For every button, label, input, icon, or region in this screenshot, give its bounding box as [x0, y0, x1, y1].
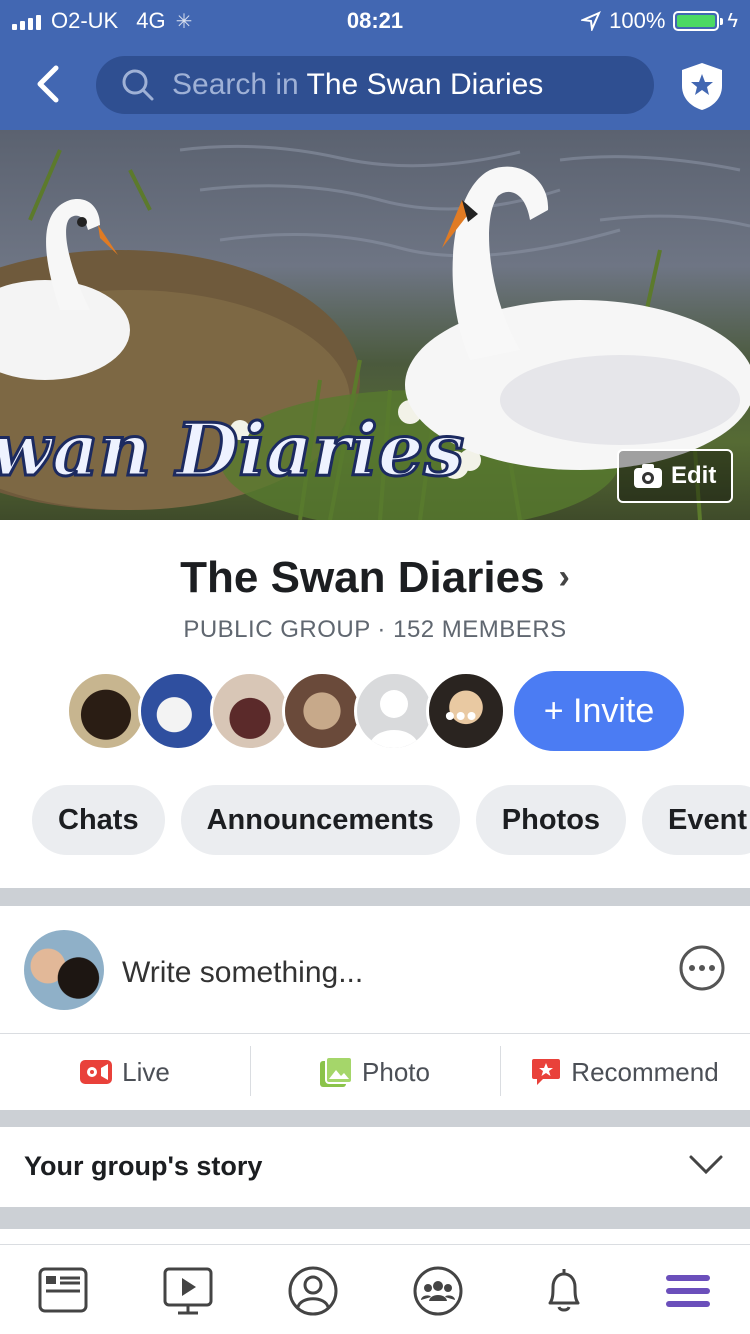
avatar[interactable]: [354, 671, 434, 751]
post-composer[interactable]: Write something...: [0, 906, 750, 1034]
photo-label: Photo: [362, 1056, 430, 1087]
group-story-label: Your group's story: [24, 1151, 263, 1181]
group-title[interactable]: The Swan Diaries ›: [0, 553, 750, 603]
avatar[interactable]: [138, 671, 218, 751]
photo-button[interactable]: Photo: [250, 1034, 500, 1110]
search-group-name: The Swan Diaries: [306, 68, 544, 101]
top-bar: O2-UK 4G ✳ 08:21 100% ϟ Search in The Sw…: [0, 0, 750, 130]
group-name: The Swan Diaries: [180, 553, 545, 602]
composer-actions: Live Photo Recommend: [0, 1034, 750, 1110]
notifications-bell-icon[interactable]: [536, 1263, 592, 1319]
charging-icon: ϟ: [727, 9, 738, 32]
avatar[interactable]: •••: [426, 671, 506, 751]
edit-cover-button[interactable]: Edit: [617, 449, 733, 503]
location-arrow-icon: [581, 11, 602, 31]
battery-percent: 100%: [609, 8, 666, 33]
news-feed-icon[interactable]: [35, 1263, 91, 1319]
more-options-icon[interactable]: [678, 944, 726, 992]
edit-label: Edit: [671, 462, 717, 489]
avatar[interactable]: [66, 671, 146, 751]
invite-button[interactable]: + Invite: [514, 671, 684, 751]
bottom-tab-bar: [0, 1244, 750, 1334]
photo-icon: [320, 1057, 353, 1087]
tab-announcements[interactable]: Announcements: [180, 785, 460, 855]
tab-events[interactable]: Event: [642, 785, 750, 855]
back-arrow-icon[interactable]: [30, 62, 70, 106]
divider: [0, 1207, 750, 1229]
recommend-label: Recommend: [571, 1056, 719, 1087]
watch-video-icon[interactable]: [160, 1263, 216, 1319]
tab-chats[interactable]: Chats: [32, 785, 165, 855]
groups-icon[interactable]: [410, 1263, 466, 1319]
chevron-down-icon[interactable]: [688, 1153, 724, 1177]
tab-photos[interactable]: Photos: [475, 785, 627, 855]
search-bar[interactable]: Search in The Swan Diaries: [96, 56, 654, 114]
cover-title-text: wan Diaries: [0, 407, 464, 492]
search-placeholder: Search in: [172, 68, 299, 101]
camera-icon: [634, 464, 662, 488]
divider: [0, 888, 750, 906]
live-label: Live: [122, 1056, 170, 1087]
status-bar: O2-UK 4G ✳ 08:21 100% ϟ: [0, 0, 750, 40]
divider: [0, 1110, 750, 1127]
profile-icon[interactable]: [285, 1263, 341, 1319]
more-members-icon: •••: [445, 700, 478, 731]
avatar[interactable]: [210, 671, 290, 751]
live-video-icon: [80, 1060, 113, 1084]
user-avatar: [24, 930, 104, 1010]
menu-hamburger-icon[interactable]: [660, 1263, 716, 1319]
live-button[interactable]: Live: [0, 1034, 250, 1110]
admin-shield-icon[interactable]: [678, 60, 726, 112]
group-meta: PUBLIC GROUP · 152 MEMBERS: [183, 616, 567, 643]
chevron-right-icon: ›: [558, 558, 570, 596]
group-tabs: Chats Announcements Photos Event: [32, 785, 750, 857]
search-icon: [122, 69, 154, 101]
group-story-row[interactable]: Your group's story: [0, 1127, 750, 1207]
recommend-icon: [532, 1059, 561, 1085]
avatar[interactable]: [282, 671, 362, 751]
write-something-input[interactable]: Write something...: [122, 956, 363, 990]
battery-icon: [673, 11, 724, 31]
recommend-button[interactable]: Recommend: [500, 1034, 750, 1110]
